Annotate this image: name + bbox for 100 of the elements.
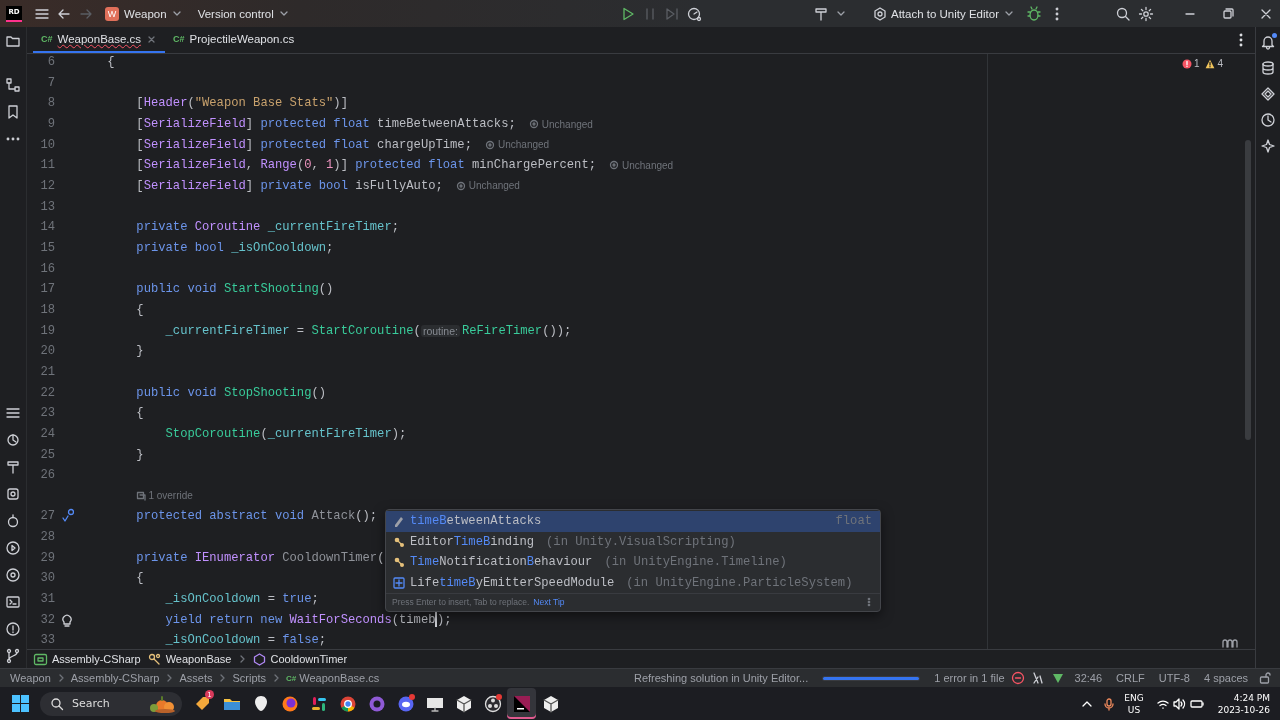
hammer-icon[interactable] — [5, 459, 21, 475]
clock[interactable]: 4:24 PM 2023-10-26 — [1217, 691, 1270, 716]
structure-icon[interactable] — [5, 77, 21, 93]
bookmark-icon[interactable] — [5, 104, 21, 120]
line-number: 28 — [39, 530, 55, 545]
git-icon[interactable] — [5, 648, 21, 664]
database-icon[interactable] — [1260, 60, 1276, 76]
history-icon[interactable] — [1260, 112, 1276, 128]
code-text: _currentFireTimer = StartCoroutine( — [164, 323, 421, 338]
bug-icon[interactable] — [1026, 5, 1042, 22]
completion-item[interactable]: TimeNotificationBehaviour (in UnityEngine.Timeline) — [386, 552, 880, 573]
caret-icon[interactable] — [835, 9, 846, 18]
volume-icon[interactable] — [1171, 696, 1186, 711]
chevron-icon — [165, 673, 174, 683]
path-item[interactable]: Weapon — [10, 672, 51, 684]
line-separator[interactable]: CRLF — [1112, 672, 1149, 684]
code-text: private IEnumerator CooldownTimer( — [135, 550, 385, 565]
line-number: 21 — [39, 364, 55, 379]
line-number: 25 — [39, 447, 55, 462]
error-icon[interactable] — [1010, 671, 1025, 685]
search-field[interactable]: Search — [40, 691, 182, 716]
caret-icon[interactable] — [278, 9, 289, 18]
services-icon[interactable] — [5, 432, 21, 448]
scrollbar[interactable] — [1245, 140, 1251, 440]
breadcrumb-item[interactable]: Assembly-CSharp — [33, 651, 141, 667]
breadcrumb-item[interactable]: WeaponBase — [146, 651, 232, 667]
search-icon[interactable] — [1115, 5, 1131, 22]
completion-item[interactable]: EditorTimeBinding (in Unity.VisualScripting) — [386, 531, 880, 553]
caret-position[interactable]: 32:46 — [1070, 672, 1107, 684]
caret-icon[interactable] — [1004, 9, 1014, 18]
project-button[interactable]: W Weapon — [100, 3, 187, 24]
next-tip-link[interactable]: Next Tip — [533, 597, 565, 608]
notification-dot — [1272, 33, 1277, 38]
completion-item[interactable]: timeBetweenAttacks float — [386, 511, 880, 532]
line-number: 16 — [39, 261, 55, 276]
analysis-icon[interactable] — [1050, 671, 1065, 685]
background-task[interactable]: Refreshing solution in Unity Editor... — [633, 672, 809, 684]
line-number: 12 — [39, 178, 55, 193]
unity-icon[interactable] — [5, 567, 21, 583]
version-control-button[interactable]: Version control — [192, 4, 294, 23]
unity-icon — [528, 119, 539, 129]
path-item[interactable]: Assembly-CSharp — [70, 672, 160, 684]
record-icon — [482, 693, 503, 714]
inlay-hint[interactable]: Unchanged — [528, 118, 593, 130]
inlay-hint[interactable]: Unchanged — [609, 159, 674, 171]
lock-icon[interactable] — [1258, 671, 1272, 685]
code-text: { — [135, 406, 144, 421]
path-item[interactable]: Assets — [179, 672, 213, 684]
path-item[interactable]: Scripts — [232, 672, 267, 684]
restore-icon[interactable] — [1220, 5, 1236, 22]
usage-hint[interactable]: 1 override — [136, 490, 193, 502]
problems-icon[interactable] — [5, 621, 21, 637]
breadcrumb-item[interactable]: CooldownTimer — [251, 651, 348, 667]
completion-item[interactable]: LifetimeByEmitterSpeedModule (in UnityEngine.ParticleSystem) — [386, 572, 880, 594]
inlay-hint[interactable]: Unchanged — [455, 180, 520, 192]
debug-icon[interactable] — [5, 513, 21, 529]
reader-mode-icon[interactable] — [1221, 637, 1239, 649]
terminal-icon[interactable] — [5, 594, 21, 610]
folder-icon[interactable] — [5, 33, 21, 49]
database-icon[interactable] — [5, 486, 21, 502]
line-number: 13 — [39, 199, 55, 214]
file-tab[interactable]: C# ProjectileWeapon.cs — [165, 27, 303, 53]
code-text: public void StartShooting() — [135, 282, 334, 297]
problems-summary[interactable]: 1 error in 1 file — [934, 672, 1005, 684]
settings-icon[interactable] — [1138, 5, 1154, 22]
code-text: protected abstract void Attack(); — [135, 509, 378, 524]
line-number: 20 — [39, 344, 55, 359]
line-number: 29 — [39, 550, 55, 565]
line-number: 32 — [39, 612, 55, 627]
hint-text: Press Enter to insert, Tab to replace. — [392, 597, 530, 608]
profiler-icon[interactable] — [685, 5, 702, 22]
play-circle-icon[interactable] — [5, 540, 21, 556]
code-text: { — [135, 302, 144, 317]
run-configuration-button[interactable]: Attach to Unity Editor — [866, 2, 1019, 25]
line-number: 24 — [39, 426, 55, 441]
path-item[interactable]: C# WeaponBase.cs — [286, 672, 380, 684]
indent-setting[interactable]: 4 spaces — [1199, 672, 1252, 684]
line-number: 17 — [39, 282, 55, 297]
inlay-hint[interactable]: Unchanged — [484, 139, 550, 151]
error-count[interactable]: 1 — [1181, 58, 1200, 69]
code-text: StopCoroutine(_currentFireTimer); — [164, 426, 407, 441]
override-icon — [136, 490, 147, 501]
hammer-icon[interactable] — [812, 5, 829, 22]
diamond-icon[interactable] — [1260, 86, 1276, 102]
ai-assistant-icon[interactable] — [1260, 138, 1276, 154]
code-text: { — [135, 571, 144, 586]
microphone-icon[interactable] — [1102, 696, 1117, 711]
line-number: 7 — [46, 75, 55, 90]
file-encoding[interactable]: UTF-8 — [1154, 672, 1194, 684]
caret-icon[interactable] — [171, 9, 182, 18]
notifications-icon[interactable] — [1260, 34, 1276, 50]
search-icon — [50, 696, 64, 711]
line-number: 27 — [39, 509, 55, 524]
start-icon[interactable] — [11, 694, 30, 713]
list-icon[interactable] — [5, 405, 21, 421]
line-number: 31 — [39, 592, 55, 607]
language-indicator[interactable]: ENG US — [1124, 691, 1144, 716]
taskbar-app[interactable] — [507, 688, 536, 719]
warning-count[interactable]: 4 — [1205, 58, 1223, 69]
line-number: 19 — [39, 323, 55, 338]
